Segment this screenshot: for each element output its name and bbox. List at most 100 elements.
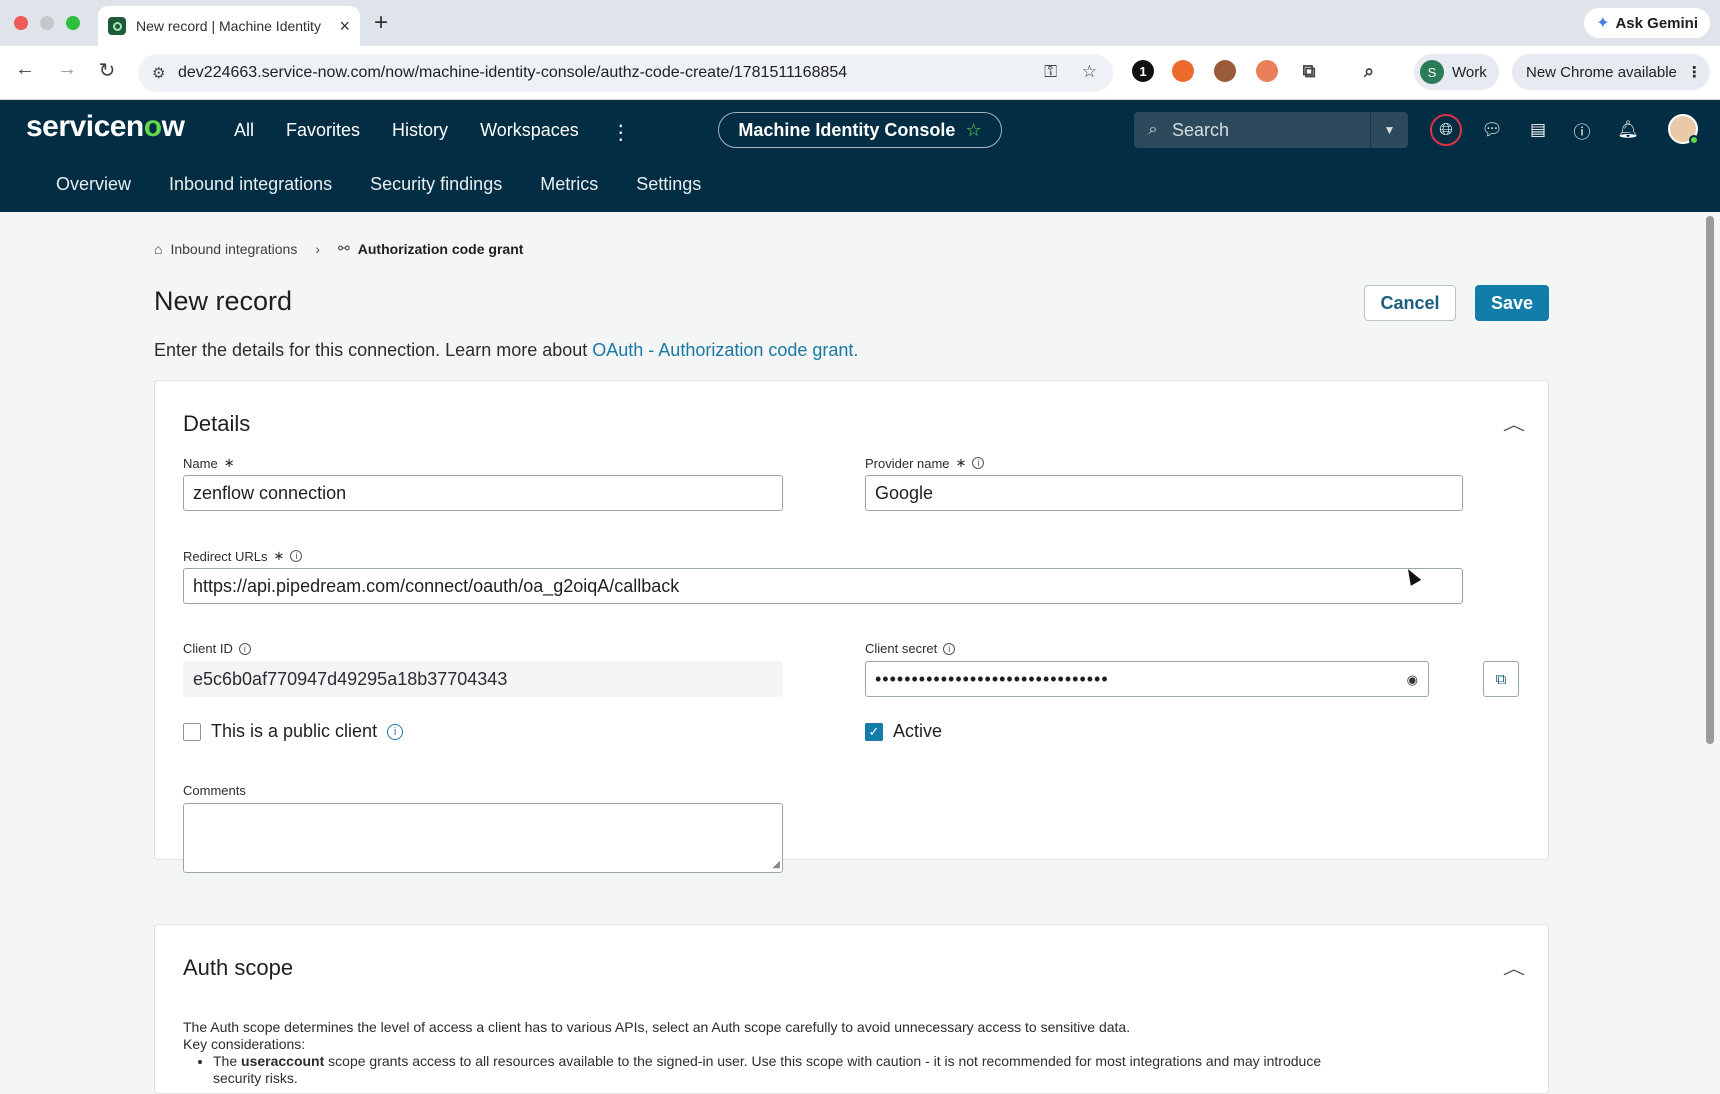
more-nav-icon[interactable]: ⋮ bbox=[611, 120, 632, 145]
auth-scope-description: The Auth scope determines the level of a… bbox=[183, 1019, 1523, 1087]
tab-title: New record | Machine Identity bbox=[136, 18, 321, 34]
help-icon[interactable]: ⓘ bbox=[1566, 114, 1598, 146]
nav-favorites[interactable]: Favorites bbox=[286, 120, 360, 145]
extension-flower-icon[interactable] bbox=[1172, 60, 1194, 82]
forward-icon[interactable]: → bbox=[52, 58, 82, 81]
address-bar[interactable]: ⚙ dev224663.service-now.com/now/machine-… bbox=[138, 54, 1113, 92]
claude-extension-icon[interactable] bbox=[1256, 60, 1278, 82]
client-secret-label: Client secret i bbox=[865, 641, 956, 656]
public-client-checkbox-row[interactable]: This is a public client i bbox=[183, 721, 404, 742]
ask-gemini-label: Ask Gemini bbox=[1615, 14, 1698, 32]
public-client-info-icon[interactable]: i bbox=[387, 723, 404, 740]
page-scrollbar[interactable] bbox=[1706, 216, 1714, 744]
active-checkbox-row[interactable]: ✓ Active bbox=[865, 721, 942, 742]
client-id-info-icon[interactable]: i bbox=[238, 642, 251, 655]
ask-gemini-button[interactable]: ✦ Ask Gemini bbox=[1584, 8, 1710, 38]
chrome-update-label: New Chrome available bbox=[1526, 63, 1677, 81]
browser-tab-bar: New record | Machine Identity × + ✦ Ask … bbox=[0, 0, 1720, 46]
collapse-details-chevron-up-icon[interactable]: ︿ bbox=[1503, 411, 1525, 435]
authorization-grant-icon: ⚯ bbox=[338, 240, 350, 256]
globe-icon[interactable]: 🌐︎ bbox=[1430, 114, 1462, 146]
sub-nav: Overview Inbound integrations Security f… bbox=[56, 174, 701, 195]
show-secret-eye-icon[interactable]: ◉ bbox=[1407, 672, 1418, 688]
save-button[interactable]: Save bbox=[1475, 285, 1549, 321]
client-id-field: e5c6b0af770947d49295a18b37704343 bbox=[183, 661, 783, 697]
chevron-right-icon: › bbox=[315, 240, 321, 257]
close-window-button[interactable] bbox=[14, 16, 28, 30]
cancel-button[interactable]: Cancel bbox=[1364, 285, 1456, 321]
comments-label: Comments bbox=[183, 783, 246, 798]
chrome-update-button[interactable]: New Chrome available ⋮ bbox=[1512, 54, 1710, 90]
close-tab-icon[interactable]: × bbox=[339, 16, 350, 37]
workspace-name: Machine Identity Console bbox=[738, 119, 956, 140]
bookmark-star-icon[interactable]: ☆ bbox=[1082, 62, 1097, 82]
provider-info-icon[interactable]: i bbox=[972, 457, 985, 469]
profile-button[interactable]: S Work bbox=[1414, 54, 1499, 90]
tab-search-icon[interactable]: ⌕ bbox=[1358, 60, 1380, 82]
tab-overview[interactable]: Overview bbox=[56, 174, 131, 195]
maximize-window-button[interactable] bbox=[66, 16, 80, 30]
resize-handle-icon[interactable]: ◢ bbox=[772, 859, 780, 870]
gemini-sparkle-icon: ✦ bbox=[1596, 15, 1610, 32]
search-input[interactable]: Search bbox=[1172, 120, 1370, 141]
name-label: Name ∗ bbox=[183, 455, 235, 471]
active-label: Active bbox=[893, 721, 943, 741]
active-checkbox[interactable]: ✓ bbox=[865, 722, 883, 741]
favorite-star-icon[interactable]: ☆ bbox=[965, 120, 981, 141]
tab-security-findings[interactable]: Security findings bbox=[370, 174, 502, 195]
breadcrumb-current: Authorization code grant bbox=[357, 240, 524, 257]
servicenow-favicon-icon bbox=[108, 17, 126, 35]
browser-toolbar: ← → ↻ ⚙ dev224663.service-now.com/now/ma… bbox=[0, 46, 1720, 100]
comments-textarea[interactable]: ◢ bbox=[183, 803, 783, 873]
key-considerations-label: Key considerations: bbox=[183, 1036, 306, 1052]
more-menu-icon[interactable]: ⋮ bbox=[1687, 63, 1702, 81]
tab-inbound-integrations[interactable]: Inbound integrations bbox=[169, 174, 332, 195]
back-icon[interactable]: ← bbox=[10, 58, 40, 81]
url-text: dev224663.service-now.com/now/machine-id… bbox=[178, 64, 848, 81]
redirect-info-icon[interactable]: i bbox=[290, 550, 303, 562]
servicenow-logo[interactable]: servicenow bbox=[26, 110, 185, 144]
password-key-icon[interactable]: ⚿ bbox=[1044, 62, 1057, 82]
chat-icon[interactable]: 💬︎ bbox=[1476, 114, 1508, 146]
user-avatar[interactable] bbox=[1668, 114, 1699, 145]
collapse-auth-scope-chevron-up-icon[interactable]: ︿ bbox=[1503, 955, 1525, 979]
app-header: servicenow All Favorites History Workspa… bbox=[0, 100, 1720, 212]
site-settings-icon[interactable]: ⚙ bbox=[152, 64, 165, 82]
oauth-docs-link[interactable]: OAuth - Authorization code grant. bbox=[592, 340, 858, 360]
redirect-urls-label: Redirect URLs ∗ i bbox=[183, 548, 303, 564]
public-client-checkbox[interactable] bbox=[183, 722, 201, 741]
auth-scope-section: Auth scope ︿ The Auth scope determines t… bbox=[154, 924, 1549, 1094]
name-input[interactable]: zenflow connection bbox=[183, 475, 783, 511]
tab-metrics[interactable]: Metrics bbox=[540, 174, 598, 195]
reload-icon[interactable]: ↻ bbox=[92, 58, 122, 83]
breadcrumb: ⌂ Inbound integrations › ⚯ Authorization… bbox=[154, 240, 523, 257]
online-status-dot bbox=[1689, 135, 1699, 145]
redirect-urls-input[interactable]: https://api.pipedream.com/connect/oauth/… bbox=[183, 568, 1463, 604]
extensions-puzzle-icon[interactable]: ⧉ bbox=[1298, 60, 1320, 82]
provider-name-input[interactable]: Google bbox=[865, 475, 1463, 511]
new-tab-button[interactable]: + bbox=[374, 9, 388, 37]
top-nav: All Favorites History Workspaces ⋮ bbox=[234, 120, 632, 145]
nav-all[interactable]: All bbox=[234, 120, 254, 145]
inbox-icon[interactable]: ▤ bbox=[1522, 114, 1554, 146]
workspace-pill[interactable]: Machine Identity Console ☆ bbox=[718, 112, 1002, 148]
notifications-bell-icon[interactable]: 🔔︎ bbox=[1612, 114, 1644, 146]
browser-tab[interactable]: New record | Machine Identity × bbox=[98, 6, 360, 46]
auth-scope-heading: Auth scope bbox=[183, 955, 294, 980]
client-secret-field[interactable]: •••••••••••••••••••••••••••••••• ◉ bbox=[865, 661, 1429, 697]
useraccount-consideration: The useraccount scope grants access to a… bbox=[213, 1053, 1523, 1087]
nav-workspaces[interactable]: Workspaces bbox=[480, 120, 579, 145]
global-search[interactable]: ⌕ Search ▼ bbox=[1134, 112, 1408, 148]
profile-avatar: S bbox=[1420, 60, 1444, 84]
cookie-extension-icon[interactable] bbox=[1214, 60, 1236, 82]
auth-scope-intro: The Auth scope determines the level of a… bbox=[183, 1019, 1131, 1035]
nav-history[interactable]: History bbox=[392, 120, 448, 145]
tab-settings[interactable]: Settings bbox=[636, 174, 701, 195]
search-scope-dropdown-icon[interactable]: ▼ bbox=[1370, 112, 1408, 148]
client-secret-info-icon[interactable]: i bbox=[943, 642, 956, 655]
minimize-window-button[interactable] bbox=[40, 16, 54, 30]
password-manager-extension-icon[interactable]: 1 bbox=[1132, 60, 1154, 82]
profile-label: Work bbox=[1452, 63, 1487, 81]
breadcrumb-inbound-integrations[interactable]: Inbound integrations bbox=[170, 241, 297, 257]
copy-secret-button[interactable]: ⧉ bbox=[1483, 661, 1519, 697]
